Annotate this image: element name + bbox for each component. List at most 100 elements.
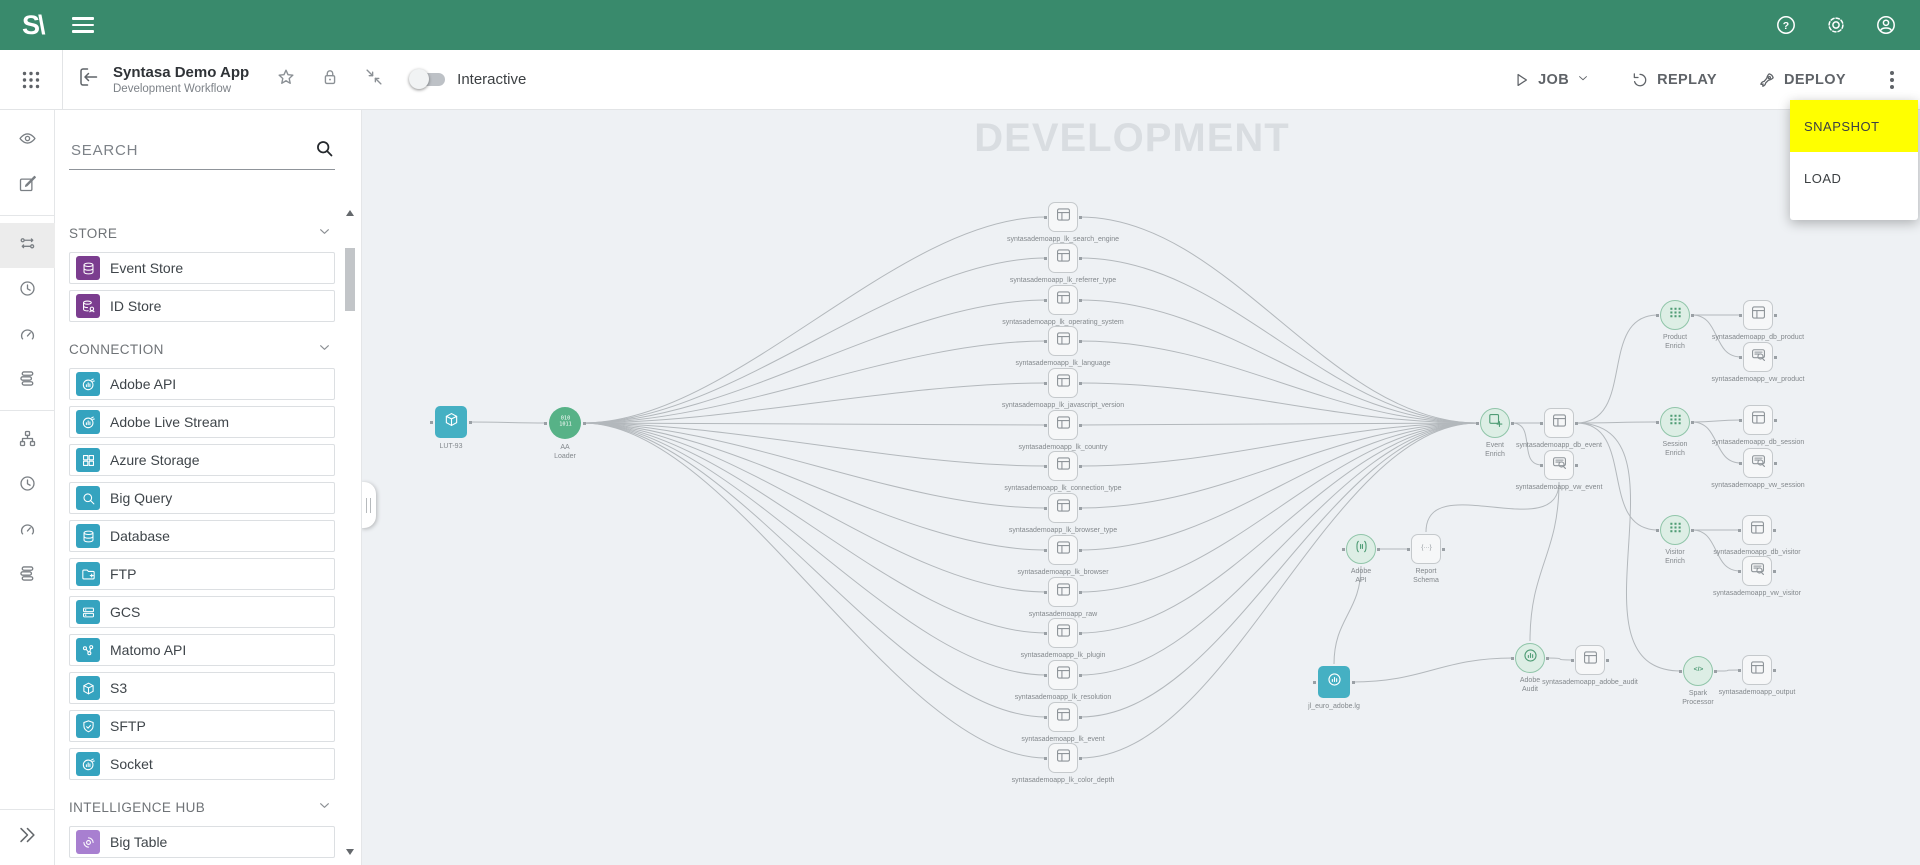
palette-item-big-query[interactable]: Big Query xyxy=(69,482,335,514)
section-header-intelligence-hub[interactable]: INTELLIGENCE HUB xyxy=(69,798,333,816)
rail-item-monitor-alt[interactable] xyxy=(0,508,55,553)
output-port[interactable] xyxy=(1575,422,1578,425)
node-vw_product[interactable]: syntasademoapp_vw_product xyxy=(1743,342,1773,372)
syntasa-logo[interactable]: S\ xyxy=(22,10,44,41)
node-spark[interactable]: </> Spark Processor xyxy=(1683,656,1713,686)
exit-workflow-icon[interactable] xyxy=(77,65,101,94)
input-port[interactable] xyxy=(1044,299,1047,302)
output-port[interactable] xyxy=(1079,382,1082,385)
replay-button[interactable]: REPLAY xyxy=(1630,70,1717,90)
node-adobe_api[interactable]: Adobe API xyxy=(1346,534,1376,564)
output-port[interactable] xyxy=(1546,657,1549,660)
output-port[interactable] xyxy=(1691,314,1694,317)
output-port[interactable] xyxy=(1774,356,1777,359)
rail-item-view[interactable] xyxy=(0,118,55,163)
interactive-toggle[interactable] xyxy=(411,73,445,86)
menu-item-snapshot[interactable]: SNAPSHOT xyxy=(1790,100,1918,152)
search-input[interactable] xyxy=(69,136,335,170)
node-lk_browser[interactable]: syntasademoapp_lk_browser xyxy=(1048,535,1078,565)
node-lk_javascript_version[interactable]: syntasademoapp_lk_javascript_version xyxy=(1048,368,1078,398)
input-port[interactable] xyxy=(430,421,433,424)
node-lk_browser_type[interactable]: syntasademoapp_lk_browser_type xyxy=(1048,493,1078,523)
more-options-icon[interactable] xyxy=(1886,67,1898,93)
rail-item-edit[interactable] xyxy=(0,163,55,208)
account-icon[interactable] xyxy=(1874,13,1898,37)
workflow-canvas[interactable]: DEVELOPMENT LUT-930101011 AA Loader synt… xyxy=(362,110,1920,865)
output-port[interactable] xyxy=(1575,464,1578,467)
input-port[interactable] xyxy=(1044,257,1047,260)
node-visitor_enrich[interactable]: Visitor Enrich xyxy=(1660,515,1690,545)
output-port[interactable] xyxy=(583,422,586,425)
node-raw[interactable]: syntasademoapp_raw xyxy=(1048,577,1078,607)
rail-item-process-flow[interactable] xyxy=(0,223,55,268)
node-lk_color_depth[interactable]: syntasademoapp_lk_color_depth xyxy=(1048,743,1078,773)
node-lk_language[interactable]: syntasademoapp_lk_language xyxy=(1048,326,1078,356)
input-port[interactable] xyxy=(1044,591,1047,594)
input-port[interactable] xyxy=(1738,529,1741,532)
output-port[interactable] xyxy=(1691,529,1694,532)
output-port[interactable] xyxy=(1773,669,1776,672)
palette-item-ftp[interactable]: FTP xyxy=(69,558,335,590)
node-lk_connection_type[interactable]: syntasademoapp_lk_connection_type xyxy=(1048,451,1078,481)
input-port[interactable] xyxy=(1738,570,1741,573)
output-port[interactable] xyxy=(1079,257,1082,260)
node-lk_operating_system[interactable]: syntasademoapp_lk_operating_system xyxy=(1048,285,1078,315)
menu-item-load[interactable]: LOAD xyxy=(1790,152,1918,204)
section-header-store[interactable]: STORE xyxy=(69,224,333,242)
node-event_enrich[interactable]: Event Enrich xyxy=(1480,408,1510,438)
output-port[interactable] xyxy=(1774,462,1777,465)
output-port[interactable] xyxy=(1079,216,1082,219)
settings-gear-icon[interactable] xyxy=(1824,13,1848,37)
input-port[interactable] xyxy=(1571,659,1574,662)
node-aa_loader[interactable]: 0101011 AA Loader xyxy=(549,407,581,439)
scroll-up-arrow-icon[interactable] xyxy=(346,210,354,216)
input-port[interactable] xyxy=(1656,529,1659,532)
rail-item-datasets[interactable] xyxy=(0,358,55,403)
rail-item-schedule-alt[interactable] xyxy=(0,463,55,508)
input-port[interactable] xyxy=(1044,465,1047,468)
input-port[interactable] xyxy=(1511,657,1514,660)
output-port[interactable] xyxy=(1774,419,1777,422)
node-db_event[interactable]: syntasademoapp_db_event xyxy=(1544,408,1574,438)
node-adobe_audit[interactable]: Adobe Audit xyxy=(1515,643,1545,673)
output-port[interactable] xyxy=(1377,548,1380,551)
search-icon[interactable] xyxy=(314,138,335,164)
palette-item-adobe-api[interactable]: Adobe API xyxy=(69,368,335,400)
input-port[interactable] xyxy=(1656,421,1659,424)
input-port[interactable] xyxy=(1739,314,1742,317)
output-port[interactable] xyxy=(1442,548,1445,551)
node-s3_source[interactable]: LUT-93 xyxy=(435,406,467,438)
input-port[interactable] xyxy=(1044,632,1047,635)
output-port[interactable] xyxy=(1079,549,1082,552)
lock-icon[interactable] xyxy=(319,66,341,93)
node-vw_event[interactable]: syntasademoapp_vw_event xyxy=(1544,450,1574,480)
palette-item-id-store[interactable]: ID Store xyxy=(69,290,335,322)
output-port[interactable] xyxy=(1774,314,1777,317)
node-lk_referrer_type[interactable]: syntasademoapp_lk_referrer_type xyxy=(1048,243,1078,273)
palette-item-sftp[interactable]: SFTP xyxy=(69,710,335,742)
input-port[interactable] xyxy=(1044,507,1047,510)
output-port[interactable] xyxy=(1606,659,1609,662)
palette-item-event-store[interactable]: Event Store xyxy=(69,252,335,284)
node-db_session[interactable]: syntasademoapp_db_session xyxy=(1743,405,1773,435)
node-vw_visitor[interactable]: syntasademoapp_vw_visitor xyxy=(1742,556,1772,586)
input-port[interactable] xyxy=(1044,549,1047,552)
node-product_enrich[interactable]: Product Enrich xyxy=(1660,300,1690,330)
input-port[interactable] xyxy=(1313,681,1316,684)
favorite-star-icon[interactable] xyxy=(275,66,297,93)
node-vw_session[interactable]: syntasademoapp_vw_session xyxy=(1743,448,1773,478)
input-port[interactable] xyxy=(1044,424,1047,427)
output-port[interactable] xyxy=(1714,670,1717,673)
input-port[interactable] xyxy=(1739,419,1742,422)
output-port[interactable] xyxy=(1352,681,1355,684)
rail-item-workflows[interactable] xyxy=(0,418,55,463)
input-port[interactable] xyxy=(1679,670,1682,673)
output-port[interactable] xyxy=(1079,507,1082,510)
node-db_product[interactable]: syntasademoapp_db_product xyxy=(1743,300,1773,330)
input-port[interactable] xyxy=(1739,462,1742,465)
output-port[interactable] xyxy=(1511,422,1514,425)
node-lk_search_engine[interactable]: syntasademoapp_lk_search_engine xyxy=(1048,202,1078,232)
palette-item-gcs[interactable]: GCS xyxy=(69,596,335,628)
output-port[interactable] xyxy=(1079,674,1082,677)
input-port[interactable] xyxy=(1476,422,1479,425)
